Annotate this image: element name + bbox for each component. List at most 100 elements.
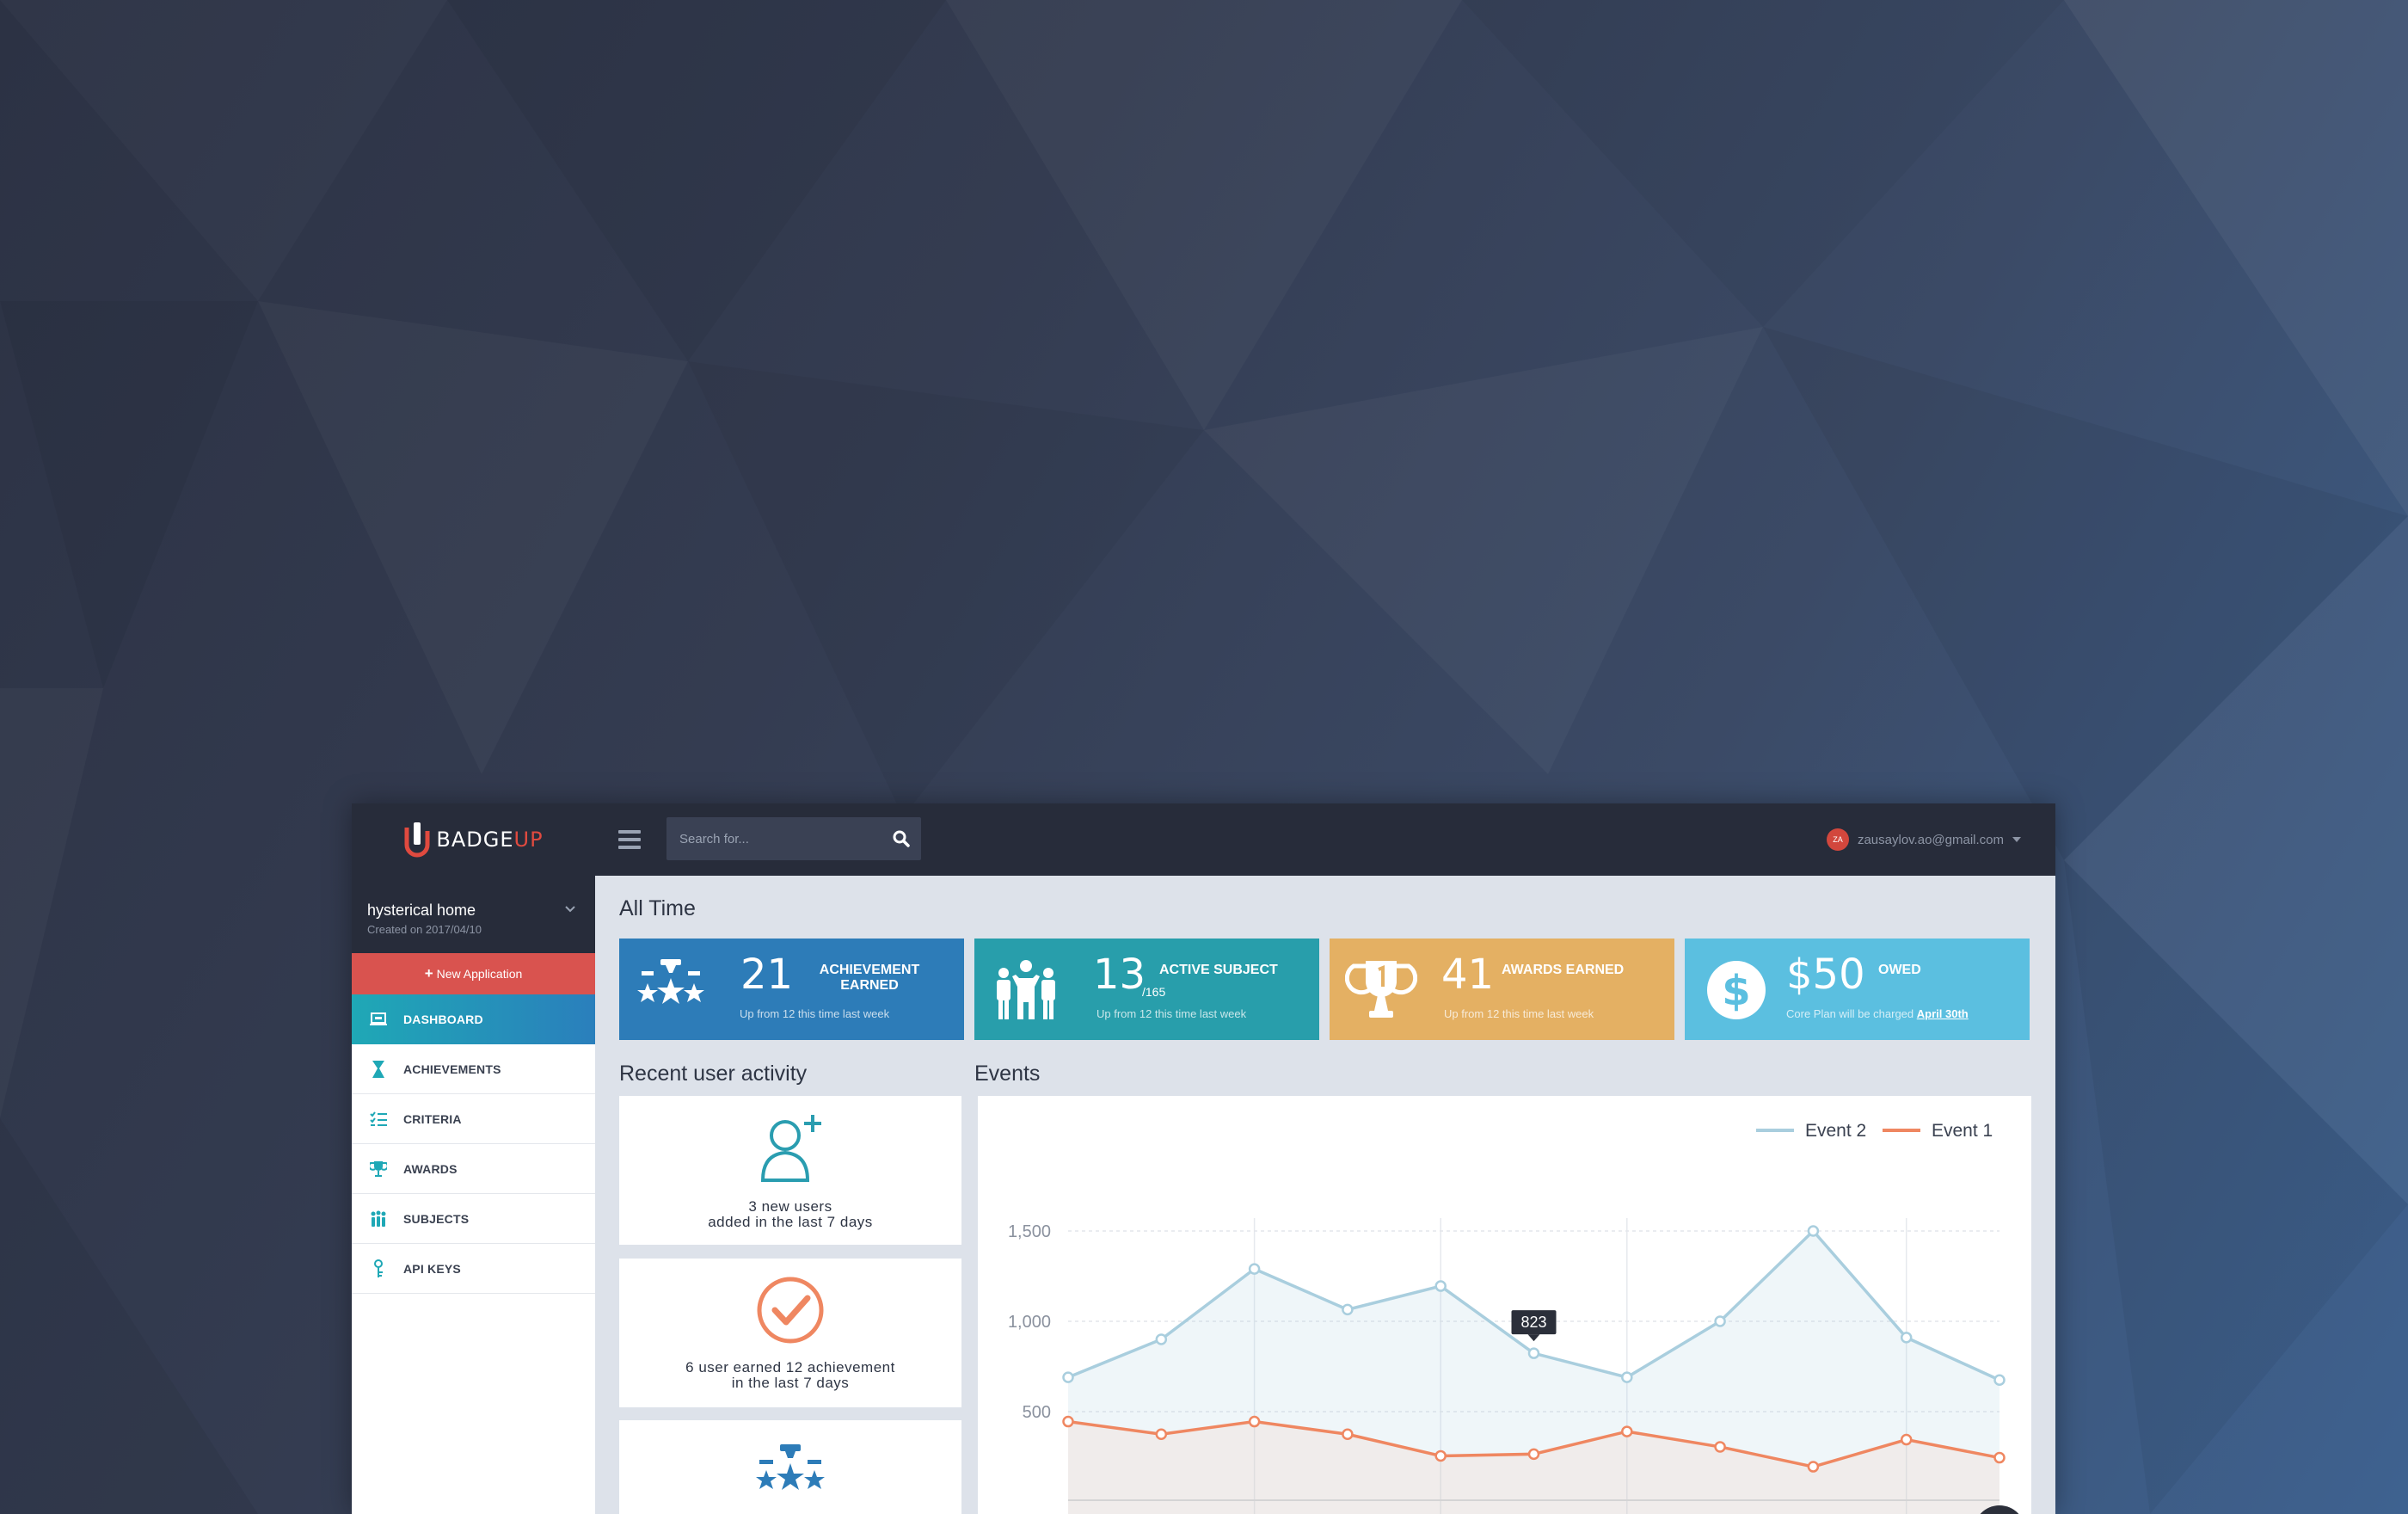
menu-toggle-icon[interactable]: [618, 826, 641, 852]
events-chart-svg: 500 1,000 1,500 823 Event 2 Event 1: [1008, 1121, 2006, 1514]
data-point: [1993, 1451, 2006, 1464]
stat-card-owed[interactable]: $ $50 OWED Core Plan will be charged Apr…: [1685, 939, 2030, 1040]
add-user-icon: [760, 1115, 821, 1182]
chevron-down-icon: [2012, 837, 2021, 842]
main-content: All Time 21 ACHIEVEMENT EARNED Up from 12…: [595, 876, 2055, 1514]
activity-line1: 6 user earned 12 achievement: [685, 1359, 895, 1376]
data-point: [1248, 1263, 1261, 1275]
data-point: [1062, 1371, 1074, 1383]
avatar: ZA: [1826, 828, 1849, 851]
tooltip-pointer: [1527, 1334, 1540, 1342]
activity-line2: added in the last 7 days: [708, 1214, 873, 1230]
stars-icon: [756, 1444, 825, 1490]
events-title: Events: [974, 1062, 1041, 1086]
stat-label-line2: EARNED: [840, 978, 899, 993]
stat-value: 41: [1441, 951, 1495, 999]
logo[interactable]: BADGEUP: [352, 803, 595, 876]
stat-card-achievements[interactable]: 21 ACHIEVEMENT EARNED Up from 12 this tim…: [619, 939, 964, 1040]
charge-date-link[interactable]: April 30th: [1917, 1007, 1969, 1020]
activity-card-new-users: 3 new users added in the last 7 days: [619, 1096, 961, 1245]
data-point: [1900, 1433, 1913, 1446]
sidebar-item-label: DASHBOARD: [403, 1012, 483, 1026]
legend-label: Event 1: [1932, 1121, 1993, 1141]
app-window: BADGEUP ZA zausaylov.ao@gmail.com hyster…: [352, 803, 2055, 1514]
stat-label: OWED: [1878, 963, 1921, 977]
check-circle-icon: [757, 1277, 824, 1344]
sidebar-item-awards[interactable]: AWARDS: [352, 1144, 595, 1194]
application-selector[interactable]: hysterical home Created on 2017/04/10: [352, 876, 595, 953]
data-point: [1248, 1415, 1261, 1428]
user-menu[interactable]: ZA zausaylov.ao@gmail.com: [1826, 828, 2021, 852]
stat-card-awards[interactable]: 41 AWARDS EARNED Up from 12 this time la…: [1330, 939, 1674, 1040]
sidebar-item-label: ACHIEVEMENTS: [403, 1062, 501, 1076]
data-point: [1527, 1347, 1540, 1359]
user-email: zausaylov.ao@gmail.com: [1857, 832, 2004, 847]
activity-text: 6 user earned 12 achievement in the last …: [619, 1360, 961, 1391]
activity-card-stars: [619, 1420, 961, 1514]
page-title: All Time: [619, 896, 696, 920]
dollar-icon: $: [1707, 961, 1766, 1019]
new-application-label: New Application: [436, 967, 523, 981]
y-tick-label: 1,500: [1008, 1222, 1051, 1241]
search-icon[interactable]: [888, 826, 914, 852]
sidebar-item-subjects[interactable]: SUBJECTS: [352, 1194, 595, 1244]
chevron-down-icon: [565, 906, 575, 913]
data-point: [1342, 1303, 1354, 1316]
dashboard-icon: [369, 1010, 388, 1029]
data-point: [1993, 1374, 2006, 1386]
stat-card-active-subjects[interactable]: 13 /165 ACTIVE SUBJECT Up from 12 this t…: [974, 939, 1319, 1040]
sidebar-item-label: SUBJECTS: [403, 1211, 470, 1226]
data-point: [1900, 1332, 1913, 1344]
logo-suffix: UP: [513, 828, 544, 852]
logo-prefix: BADGE: [436, 828, 514, 852]
stat-value: $50: [1786, 951, 1865, 999]
plus-icon: +: [424, 965, 433, 982]
recent-activity-title: Recent user activity: [619, 1062, 808, 1086]
data-point: [1527, 1448, 1540, 1461]
data-point: [1714, 1315, 1726, 1327]
stat-note: Core Plan will be charged April 30th: [1786, 1007, 1969, 1020]
stat-label: ACTIVE SUBJECT: [1159, 963, 1278, 977]
hourglass-icon: [369, 1060, 388, 1079]
sidebar-nav: DASHBOARD ACHIEVEMENTS CRITERIA AWARDS S…: [352, 994, 595, 1294]
tooltip-label: 823: [1520, 1314, 1546, 1331]
svg-text:$: $: [1722, 967, 1750, 1015]
data-point: [1155, 1333, 1168, 1345]
stat-value-total: /165: [1142, 985, 1166, 999]
stat-note: Up from 12 this time last week: [740, 1007, 890, 1020]
y-tick-label: 500: [1023, 1403, 1051, 1422]
y-tick-label: 1,000: [1008, 1313, 1051, 1332]
search-input[interactable]: [666, 817, 882, 860]
sidebar: hysterical home Created on 2017/04/10 + N…: [352, 876, 595, 1514]
stat-label: AWARDS EARNED: [1502, 963, 1625, 977]
trophy-icon: [1345, 961, 1417, 1018]
people-icon: [369, 1209, 388, 1228]
data-point: [1714, 1441, 1726, 1453]
data-point: [1621, 1425, 1633, 1437]
data-point: [1062, 1415, 1074, 1428]
stat-value: 21: [740, 951, 794, 999]
activity-card-achievements: 6 user earned 12 achievement in the last …: [619, 1259, 961, 1407]
sidebar-item-dashboard[interactable]: DASHBOARD: [352, 994, 595, 1044]
data-point: [1155, 1428, 1168, 1440]
top-bar: BADGEUP ZA zausaylov.ao@gmail.com: [352, 803, 2055, 876]
logo-text: BADGEUP: [436, 828, 543, 852]
data-point: [1434, 1449, 1447, 1462]
sidebar-item-label: CRITERIA: [403, 1111, 462, 1126]
app-name: hysterical home: [367, 902, 476, 919]
app-created-date: Created on 2017/04/10: [367, 923, 482, 936]
new-application-button[interactable]: + New Application: [352, 953, 595, 994]
stat-note-text: Core Plan will be charged: [1786, 1007, 1914, 1020]
data-point: [1807, 1225, 1820, 1237]
stat-value: 13: [1093, 951, 1146, 999]
activity-line2: in the last 7 days: [731, 1375, 850, 1391]
events-chart: 500 1,000 1,500 823 Event 2 Event 1: [978, 1096, 2031, 1514]
trophy-icon: [369, 1160, 388, 1179]
data-point: [1434, 1280, 1447, 1292]
activity-text: 3 new users added in the last 7 days: [619, 1199, 961, 1230]
stat-note: Up from 12 this time last week: [1096, 1007, 1247, 1020]
sidebar-item-api-keys[interactable]: API KEYS: [352, 1244, 595, 1294]
legend-label: Event 2: [1805, 1121, 1866, 1141]
sidebar-item-achievements[interactable]: ACHIEVEMENTS: [352, 1044, 595, 1094]
sidebar-item-criteria[interactable]: CRITERIA: [352, 1094, 595, 1144]
